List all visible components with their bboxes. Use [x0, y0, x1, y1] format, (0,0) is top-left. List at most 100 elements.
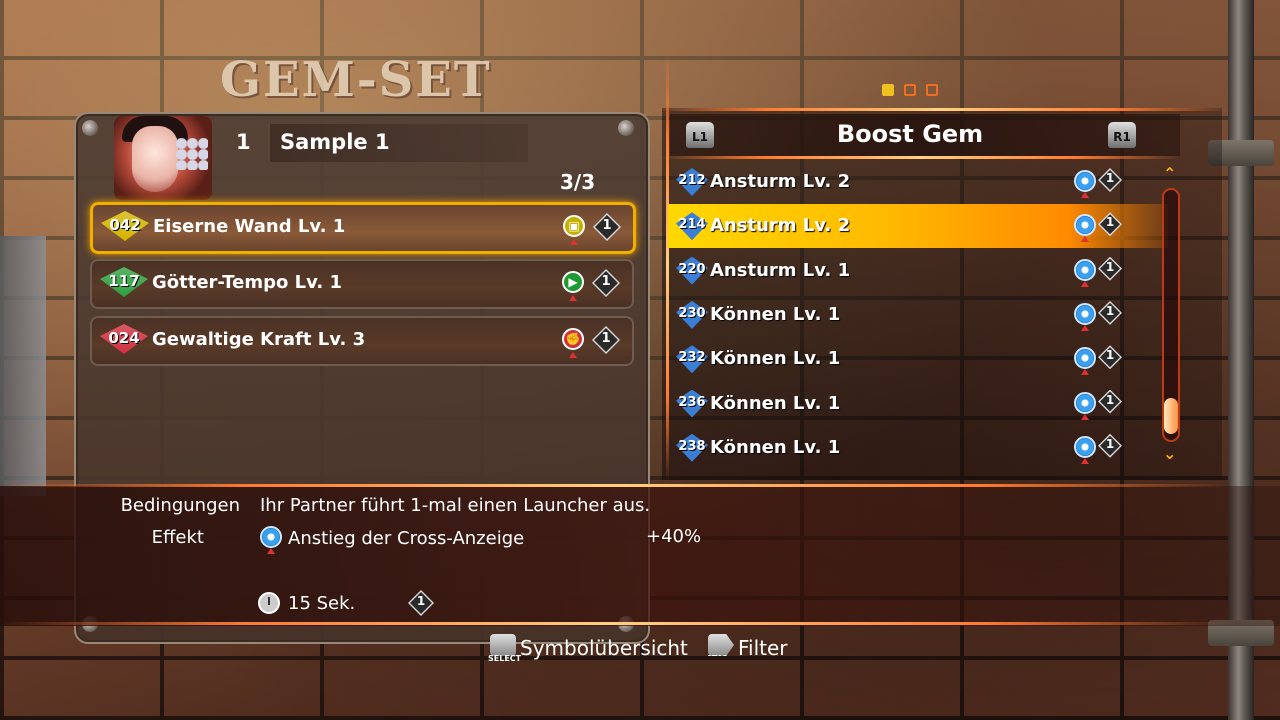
slot-cost-value: 1 — [1105, 348, 1115, 363]
gem-code: 220 — [678, 261, 706, 277]
slot-cost-icon: 1 — [1098, 433, 1122, 458]
slot-cost-value: 1 — [1105, 215, 1115, 230]
slot-cost-value: 1 — [1105, 392, 1115, 407]
gem-code: 024 — [108, 329, 140, 347]
slot-cost-icon: 1 — [592, 326, 620, 354]
gem-code: 230 — [678, 305, 706, 321]
gem-badge-icon: 238 — [676, 433, 708, 462]
gem-name: Ansturm Lv. 2 — [710, 171, 851, 192]
gem-badge-icon: 220 — [676, 256, 708, 285]
gem-code: 214 — [678, 217, 706, 233]
gem-code: 212 — [678, 173, 706, 188]
gem-badge-icon: 042 — [101, 211, 149, 241]
gem-name: Gewaltige Kraft Lv. 3 — [152, 329, 366, 350]
equipped-gem-row[interactable]: 024 Gewaltige Kraft Lv. 3 ✊ 1 — [90, 316, 634, 366]
speed-icon: ▶ — [562, 271, 584, 301]
equipped-gem-row[interactable]: 117 Götter-Tempo Lv. 1 ▶ 1 — [90, 259, 634, 309]
slot-cost-value: 1 — [601, 331, 611, 346]
gem-list-item[interactable]: 230 Können Lv. 1 1 — [668, 293, 1168, 337]
slot-cost-value: 1 — [1105, 436, 1115, 451]
cross-gauge-icon — [260, 526, 282, 554]
set-name[interactable]: Sample 1 — [280, 130, 390, 154]
glow-divider — [660, 156, 1180, 159]
scrollbar-thumb[interactable] — [1164, 398, 1178, 434]
cross-gauge-icon — [1074, 302, 1096, 331]
effect-value: +40% — [646, 526, 702, 547]
page-indicator — [882, 84, 894, 96]
attack-icon: ✊ — [562, 328, 584, 358]
page-indicator — [926, 84, 938, 96]
glow-divider — [0, 622, 1230, 625]
gem-name: Können Lv. 1 — [710, 392, 841, 414]
gem-code: 117 — [108, 272, 140, 290]
slot-cost-icon: 1 — [1098, 389, 1122, 414]
screen-title: GEM-SET — [220, 52, 492, 108]
slot-cost-icon: 1 — [1098, 168, 1122, 192]
cross-gauge-icon — [1074, 170, 1096, 198]
effect-text: Anstieg der Cross-Anzeige — [288, 528, 525, 549]
cross-gauge-icon — [1074, 214, 1096, 243]
gem-list-item[interactable]: 236 Können Lv. 1 1 — [668, 382, 1168, 426]
condition-text: Ihr Partner führt 1-mal einen Launcher a… — [260, 495, 651, 516]
slot-cost-icon: 1 — [408, 590, 434, 616]
glow-divider — [0, 484, 1230, 487]
gem-list-item[interactable]: 220 Ansturm Lv. 1 1 — [668, 249, 1168, 293]
cross-gauge-icon — [1074, 347, 1096, 376]
gem-code: 042 — [109, 216, 141, 234]
gem-code: 236 — [678, 394, 706, 410]
metal-plate — [0, 236, 46, 496]
filter-label[interactable]: Filter — [738, 636, 788, 660]
cross-gauge-icon — [1074, 258, 1096, 287]
character-portrait — [114, 116, 212, 200]
gem-name: Eiserne Wand Lv. 1 — [153, 216, 346, 237]
slot-cost-icon: 1 — [1098, 345, 1122, 370]
gem-name: Ansturm Lv. 1 — [710, 259, 851, 281]
slot-cost-value: 1 — [416, 594, 426, 608]
scroll-down-icon[interactable]: ⌄ — [1163, 444, 1176, 463]
gem-list-item[interactable]: 212 Ansturm Lv. 2 1 — [668, 160, 1168, 204]
clock-icon — [258, 592, 280, 614]
set-number: 1 — [236, 130, 251, 154]
equipped-gem-row[interactable]: 042 Eiserne Wand Lv. 1 ▣ 1 — [90, 202, 636, 254]
slot-cost-value: 1 — [601, 274, 611, 289]
gem-badge-icon: 212 — [676, 168, 708, 196]
gem-name: Götter-Tempo Lv. 1 — [152, 272, 342, 293]
gem-list-item[interactable]: 232 Können Lv. 1 1 — [668, 337, 1168, 381]
scroll-up-icon[interactable]: ⌃ — [1163, 164, 1176, 183]
gem-name: Können Lv. 1 — [710, 436, 841, 458]
slot-cost-icon: 1 — [1098, 300, 1122, 325]
gem-badge-icon: 214 — [676, 212, 708, 241]
list-title: Boost Gem — [836, 120, 984, 148]
gem-list-item[interactable]: 214 Ansturm Lv. 2 1 — [668, 204, 1168, 249]
effect-label: Effekt — [151, 527, 204, 548]
set-gem-count: 3/3 — [560, 170, 596, 194]
gem-name: Können Lv. 1 — [710, 348, 841, 370]
gem-badge-icon: 236 — [676, 389, 708, 418]
gem-badge-icon: 230 — [676, 300, 708, 329]
slot-cost-value: 1 — [602, 218, 612, 233]
gem-badge-icon: 117 — [100, 267, 148, 297]
select-caption: SELECT — [488, 654, 522, 663]
slot-cost-value: 1 — [1105, 303, 1115, 318]
gem-code: 232 — [678, 350, 706, 366]
glow-divider — [650, 108, 1230, 111]
gem-name: Ansturm Lv. 2 — [710, 215, 851, 237]
page-indicator — [904, 84, 916, 96]
slot-cost-icon: 1 — [593, 213, 621, 241]
gem-badge-icon: 024 — [100, 324, 148, 354]
gem-badge-icon: 232 — [676, 345, 708, 374]
slot-cost-icon: 1 — [1098, 212, 1122, 237]
guard-icon: ▣ — [563, 215, 585, 245]
cross-gauge-icon — [1074, 391, 1096, 420]
cross-gauge-icon — [1074, 435, 1096, 464]
select-button-icon[interactable]: SELECT — [488, 634, 521, 663]
slot-cost-icon: 1 — [592, 269, 620, 297]
slot-cost-icon: 1 — [1098, 256, 1122, 281]
symbol-overview-label[interactable]: Symbolübersicht — [520, 636, 688, 660]
gem-name: Können Lv. 1 — [710, 303, 841, 325]
gem-code: 238 — [678, 438, 706, 454]
screw-icon — [82, 120, 98, 136]
slot-cost-value: 1 — [1105, 171, 1115, 185]
condition-label: Bedingungen — [120, 495, 240, 516]
gem-list-item[interactable]: 238 Können Lv. 1 1 — [668, 426, 1168, 470]
